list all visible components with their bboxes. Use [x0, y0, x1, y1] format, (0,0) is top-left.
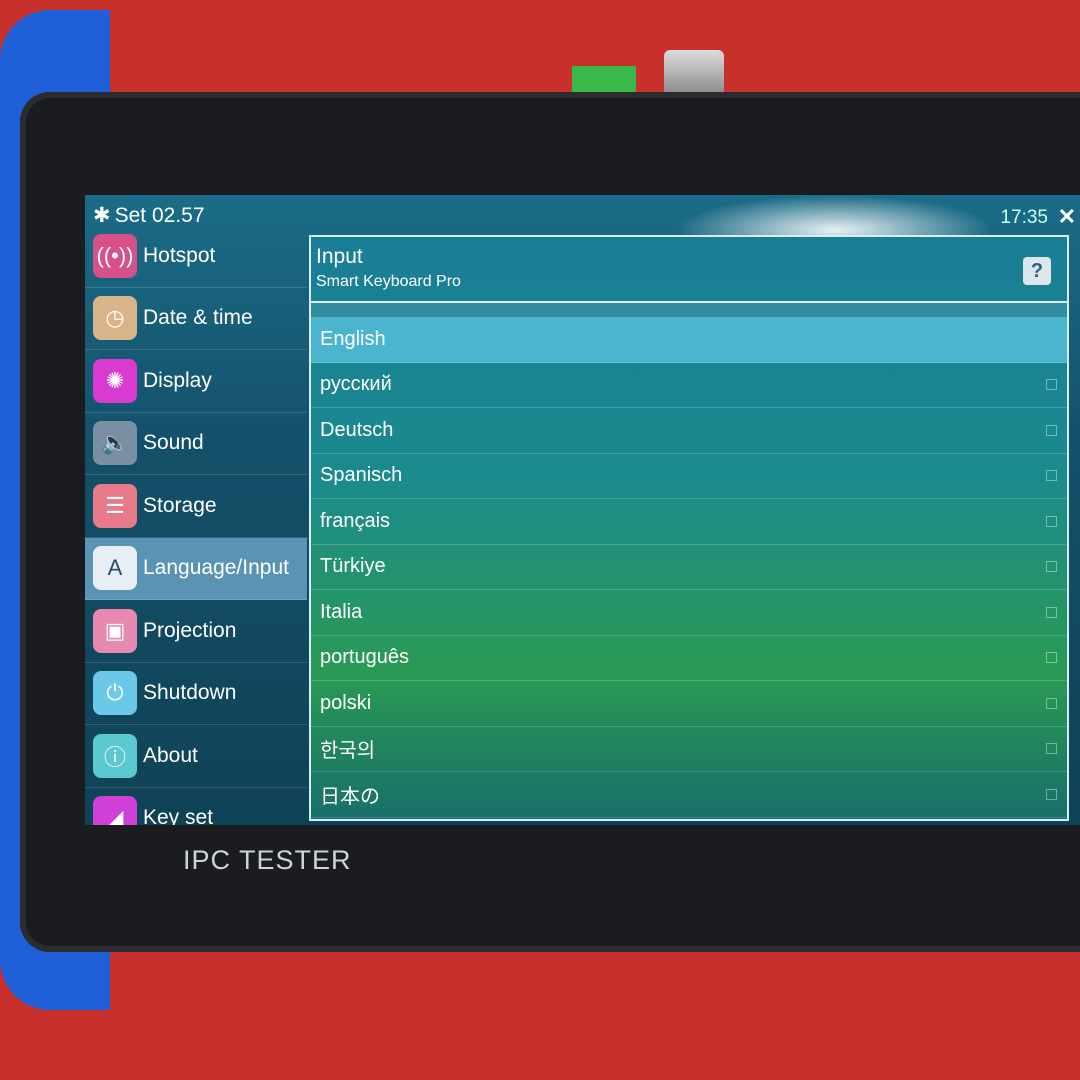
language-panel: Input Smart Keyboard Pro ? English русски… — [309, 235, 1069, 821]
sidebar: ((•)) Hotspot ◷ Date & time ✺ Display 🔈 Sound ☰ S… — [85, 225, 307, 825]
language-option[interactable]: русский — [311, 363, 1067, 408]
sidebar-item-projection[interactable]: ▣ Projection — [85, 600, 307, 663]
language-label: 한국의 — [320, 740, 376, 763]
speaker-icon: 🔈 — [93, 421, 137, 466]
language-label: polski — [320, 691, 372, 714]
sidebar-item-label: Key set — [143, 806, 214, 825]
clock-icon: ◷ — [93, 296, 137, 341]
checkbox[interactable] — [1046, 379, 1057, 391]
close-icon[interactable]: ✕ — [1058, 204, 1076, 230]
language-label: Türkiye — [320, 555, 386, 578]
sidebar-item-label: Storage — [143, 493, 217, 517]
checkbox[interactable] — [1046, 788, 1057, 800]
sidebar-item-label: Language/Input — [143, 556, 289, 580]
language-option[interactable]: polski — [311, 681, 1067, 727]
device-brand: IPC TESTER — [183, 845, 352, 875]
hotspot-icon: ((•)) — [93, 233, 137, 278]
sidebar-item-date-time[interactable]: ◷ Date & time — [85, 288, 307, 350]
sidebar-item-label: Date & time — [143, 306, 253, 330]
projection-icon: ▣ — [93, 608, 137, 653]
sidebar-item-label: Projection — [143, 618, 237, 642]
brightness-icon: ✺ — [93, 358, 137, 403]
language-label: English — [320, 327, 386, 350]
checkbox[interactable] — [1046, 515, 1057, 527]
panel-title: Input — [316, 245, 363, 268]
sidebar-item-label: Shutdown — [143, 681, 237, 705]
language-list: English русский Deutsch Spanisch français Tür… — [311, 317, 1067, 818]
checkbox[interactable] — [1046, 606, 1057, 618]
language-label: Spanisch — [320, 464, 403, 487]
bnc-connector — [664, 50, 724, 96]
language-option[interactable]: 한국의 — [311, 727, 1067, 772]
sidebar-item-label: About — [143, 743, 198, 767]
storage-icon: ☰ — [93, 483, 137, 528]
language-icon: A — [93, 546, 137, 591]
help-button[interactable]: ? — [1023, 257, 1051, 285]
panel-header: Input Smart Keyboard Pro ? — [311, 237, 1067, 303]
language-option[interactable]: Italia — [311, 590, 1067, 636]
power-icon: ⏻ — [93, 671, 137, 716]
clock: 17:35 — [1000, 207, 1048, 228]
info-icon: ⓘ — [93, 733, 137, 778]
sidebar-item-sound[interactable]: 🔈 Sound — [85, 413, 307, 475]
sidebar-item-about[interactable]: ⓘ About — [85, 725, 307, 788]
language-label: Italia — [320, 600, 363, 623]
checkbox[interactable] — [1046, 697, 1057, 709]
checkbox[interactable] — [1046, 743, 1057, 755]
title-text: Set 02.57 — [114, 203, 205, 227]
key-set-icon: ◢ — [93, 796, 137, 825]
checkbox[interactable] — [1046, 652, 1057, 664]
language-option[interactable]: português — [311, 636, 1067, 681]
checkbox[interactable] — [1046, 470, 1057, 482]
sidebar-item-shutdown[interactable]: ⏻ Shutdown — [85, 663, 307, 725]
language-label: Deutsch — [320, 418, 394, 441]
language-option[interactable]: English — [311, 317, 1067, 363]
language-option[interactable]: Türkiye — [311, 545, 1067, 590]
language-option[interactable]: 日本の — [311, 772, 1067, 818]
sidebar-item-display[interactable]: ✺ Display — [85, 350, 307, 413]
sidebar-item-language-input[interactable]: A Language/Input — [85, 537, 307, 600]
sidebar-item-label: Hotspot — [143, 243, 216, 267]
language-option[interactable]: français — [311, 499, 1067, 545]
checkbox[interactable] — [1046, 424, 1057, 436]
checkbox[interactable] — [1046, 561, 1057, 573]
sidebar-item-hotspot[interactable]: ((•)) Hotspot — [85, 225, 307, 288]
sidebar-item-label: Display — [143, 368, 212, 392]
sidebar-item-storage[interactable]: ☰ Storage — [85, 475, 307, 538]
language-label: русский — [320, 373, 392, 396]
sidebar-item-key-set[interactable]: ◢ Key set — [85, 788, 307, 825]
language-label: 日本の — [320, 785, 380, 808]
language-label: português — [320, 646, 409, 669]
scrolled-row — [311, 303, 1067, 317]
language-option[interactable]: Deutsch — [311, 408, 1067, 454]
screen: ✱ Set 02.57 17:35 ✕ ((•)) Hotspot ◷ Date & t… — [85, 195, 1080, 825]
language-label: français — [320, 509, 391, 532]
language-option[interactable]: Spanisch — [311, 454, 1067, 499]
input-method[interactable]: Smart Keyboard Pro — [316, 273, 461, 291]
sidebar-item-label: Sound — [143, 431, 204, 455]
